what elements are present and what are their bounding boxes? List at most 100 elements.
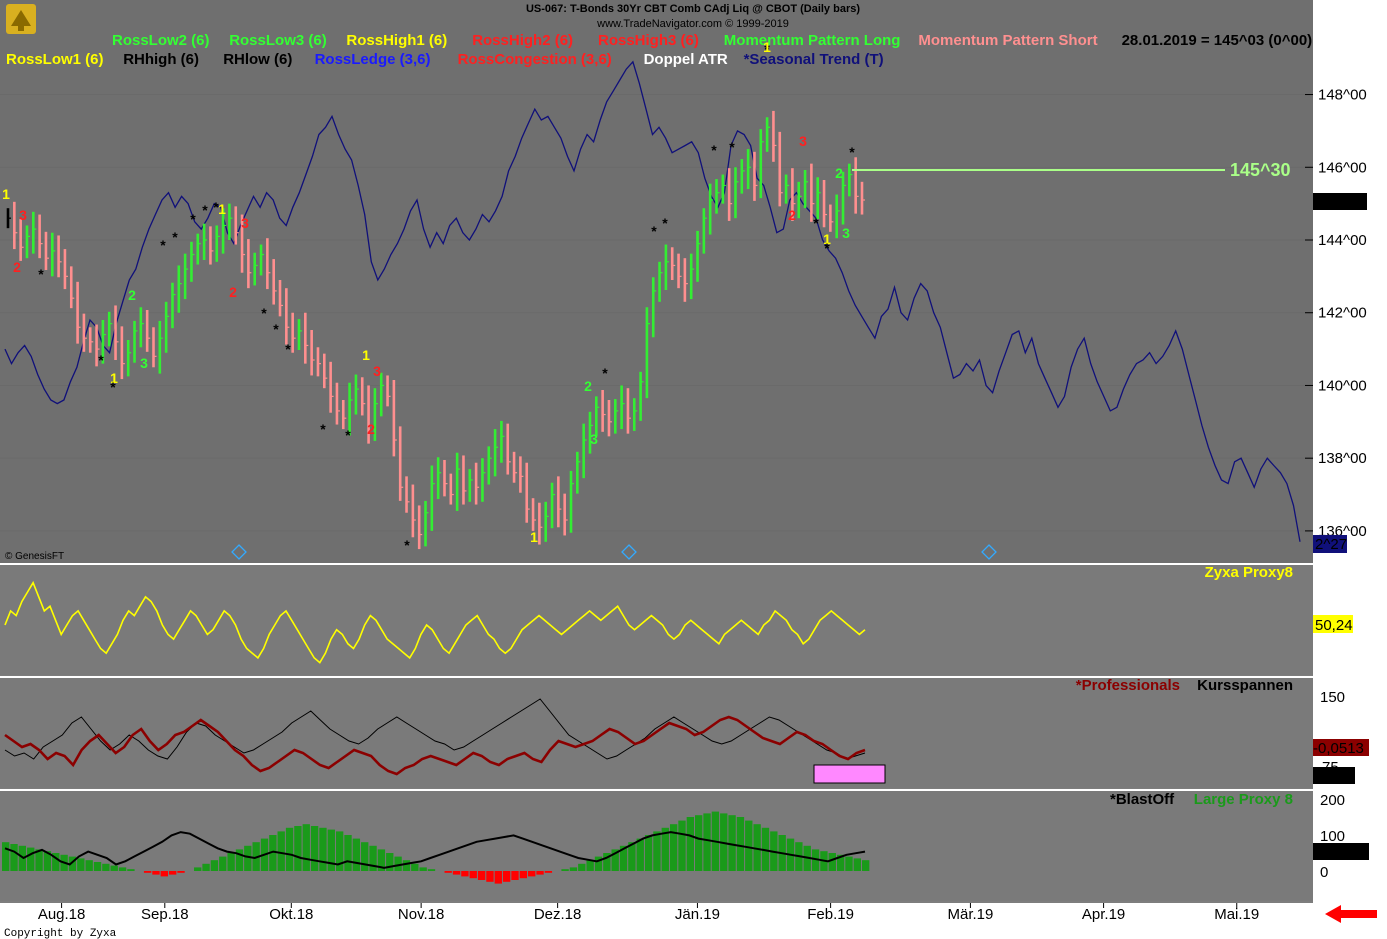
legend-item: RHhigh (6) (123, 51, 199, 68)
ross-marker: * (38, 266, 44, 282)
large-proxy8-bar (511, 871, 519, 880)
large-proxy8-bar (461, 871, 469, 877)
large-proxy8-bar (402, 860, 411, 871)
x-tick-label: Okt.18 (269, 906, 313, 923)
large-proxy8-bar (310, 826, 319, 871)
legend-item: RossLedge (3,6) (315, 51, 431, 68)
large-proxy8-bar (227, 853, 235, 871)
pink-highlight-box (813, 764, 886, 784)
x-tick-label: Sep.18 (141, 906, 189, 923)
large-proxy8-bar (110, 865, 118, 871)
ross-marker: * (711, 142, 717, 158)
large-proxy8-bar (77, 858, 85, 871)
legend-item: RossHigh1 (6) (346, 32, 447, 49)
large-proxy8-bar (277, 831, 285, 871)
y-tick-label: 142^00 (1318, 305, 1367, 322)
large-proxy8-bar (469, 871, 477, 879)
large-proxy8-bar (494, 871, 502, 884)
ross-marker: 1 (2, 186, 10, 202)
large-proxy8-bar (118, 867, 127, 871)
ross-marker: * (404, 537, 410, 553)
large-proxy8-bar (386, 853, 394, 871)
ross-marker: * (110, 379, 116, 395)
large-proxy8-bar (344, 835, 352, 871)
large-proxy8-bar (285, 827, 294, 871)
ross-marker: 3 (842, 225, 850, 241)
large-proxy8-bar (828, 853, 836, 871)
large-proxy8-bar (27, 847, 35, 871)
legend-item: RossHigh2 (6) (472, 32, 573, 49)
y-tick-label: 144^00 (1318, 232, 1367, 249)
large-proxy8-bar (569, 867, 578, 871)
ross-marker: 2 (835, 165, 843, 181)
legend-item: RossHigh3 (6) (598, 32, 699, 49)
ross-marker: * (261, 305, 267, 321)
copyright-inner: © GenesisFT (5, 551, 64, 562)
prof-tick-150: 150 (1320, 689, 1345, 706)
legend-item: Doppel ATR (644, 51, 728, 68)
large-proxy8-bar (294, 826, 302, 871)
large-proxy8-bar (536, 871, 544, 875)
ross-marker: * (729, 139, 735, 155)
large-proxy8-bar (361, 842, 369, 871)
x-tick-label: Nov.18 (398, 906, 444, 923)
x-tick-label: Apr.19 (1082, 906, 1125, 923)
large-proxy8-bar (561, 869, 569, 871)
large-proxy8-bar (678, 820, 686, 871)
ross-marker: 1 (362, 347, 370, 363)
ross-marker: * (190, 211, 196, 227)
large-proxy8-bar (477, 871, 486, 880)
large-proxy8-bar (160, 871, 168, 877)
x-tick-label: Jän.19 (675, 906, 720, 923)
large-proxy8-bar (644, 835, 653, 871)
ross-marker: 3 (799, 133, 807, 149)
ross-marker: * (320, 421, 326, 437)
last-price-label: 145^03 (1315, 194, 1364, 211)
large-proxy8-bar (636, 838, 644, 871)
large-proxy8-bar (411, 863, 419, 871)
chart-subtitle: www.TradeNavigator.com © 1999-2019 (596, 18, 789, 30)
legend-item: RHlow (6) (223, 51, 292, 68)
legend-item: RossLow1 (6) (6, 51, 104, 68)
ross-marker: 3 (19, 207, 27, 223)
large-proxy8-bar (427, 869, 436, 871)
ross-marker: 2 (584, 378, 592, 394)
ross-marker: * (813, 215, 819, 231)
ross-marker: * (345, 427, 351, 443)
large-proxy8-bar (302, 824, 310, 871)
ross-marker: * (651, 223, 657, 239)
target-label: 145^30 (1230, 160, 1291, 180)
ross-marker: * (273, 321, 279, 337)
x-tick-label: Dez.18 (534, 906, 582, 923)
ross-marker: * (602, 365, 608, 381)
seasonal-end-label: 2^27 (1315, 536, 1347, 553)
large-proxy8-bar (394, 856, 402, 871)
x-tick-label: Mär.19 (947, 906, 993, 923)
large-proxy8-bar (444, 871, 452, 873)
chart-title: US-067: T-Bonds 30Yr CBT Comb CAdj Liq @… (526, 3, 860, 15)
large-proxy8-bar (202, 863, 210, 871)
blast-title-2: Large Proxy 8 (1194, 791, 1293, 808)
ross-marker: * (662, 215, 668, 231)
ross-marker: * (824, 240, 830, 256)
large-proxy8-bar (2, 842, 10, 871)
y-tick-label: 148^00 (1318, 87, 1367, 104)
legend-item: RossCongestion (3,6) (458, 51, 612, 68)
large-proxy8-bar (586, 860, 594, 871)
x-tick-label: Feb.19 (807, 906, 854, 923)
large-proxy8-bar (419, 867, 427, 871)
blast-value-label: -0,4785 (1313, 844, 1364, 861)
main-panel-bg (0, 0, 1313, 563)
ross-marker: * (172, 229, 178, 245)
prof-value2-label: 70,09 (1314, 768, 1352, 785)
large-proxy8-bar (544, 871, 553, 873)
blast-title-1: *BlastOff (1110, 791, 1175, 808)
large-proxy8-bar (502, 871, 511, 882)
large-proxy8-bar (745, 820, 753, 871)
ross-marker: 2 (788, 207, 796, 223)
large-proxy8-bar (352, 838, 361, 871)
large-proxy8-bar (736, 817, 745, 871)
large-proxy8-bar (528, 871, 536, 877)
large-proxy8-bar (177, 871, 185, 873)
prof-title-2: Kursspannen (1197, 677, 1293, 694)
